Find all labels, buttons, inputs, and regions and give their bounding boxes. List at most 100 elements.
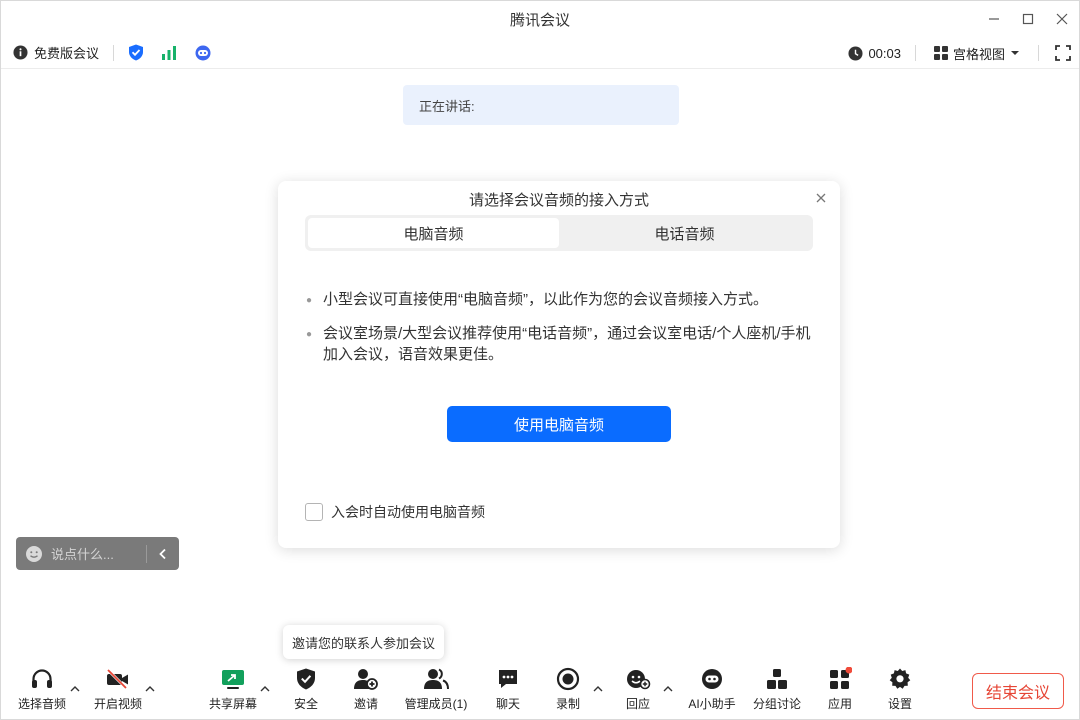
tooltip-text: 邀请您的联系人参加会议 <box>292 635 436 651</box>
toolbar-item-reaction[interactable]: 回应 <box>613 663 663 719</box>
window-title: 腾讯会议 <box>509 11 570 29</box>
chevron-up-icon <box>260 685 270 691</box>
toolbar-label: 聊天 <box>495 697 520 711</box>
tab-phone-audio[interactable]: 电话音频 <box>559 218 810 248</box>
share-options-caret[interactable] <box>258 681 272 695</box>
toolbar-label: 安全 <box>293 697 318 711</box>
auto-audio-label[interactable]: 入会时自动使用电脑音频 <box>331 502 485 522</box>
reaction-icon <box>627 670 651 690</box>
toolbar-label: 开启视频 <box>93 697 142 711</box>
record-options-caret[interactable] <box>591 681 605 695</box>
auto-audio-checkbox[interactable] <box>305 503 323 521</box>
toolbar-item-invite[interactable]: 邀请 <box>341 663 391 719</box>
chat-input[interactable]: 说点什么... <box>51 544 146 563</box>
headset-icon <box>32 669 52 688</box>
toolbar-item-video[interactable]: 开启视频 <box>87 663 149 719</box>
toolbar-label: 回应 <box>625 697 650 711</box>
dialog-close-button[interactable] <box>812 189 830 207</box>
toolbar-label: 邀请 <box>353 697 378 711</box>
toolbar-item-chat[interactable]: 聊天 <box>483 663 533 719</box>
meeting-window: 腾讯会议 免费版会议 00:03 宫格视图 正在讲话: 请选择会议音频的接入方式… <box>0 0 1080 720</box>
clock-icon <box>848 45 863 61</box>
chevron-down-icon <box>1011 51 1019 55</box>
meeting-toolbar: 选择音频 开启视频 共享屏幕 安全 邀请 管理成员(1) 聊天 录制 回应 AI… <box>1 663 1079 720</box>
dialog-title: 请选择会议音频的接入方式 <box>468 192 649 209</box>
toolbar-label: 录制 <box>555 697 580 711</box>
close-icon <box>816 193 826 203</box>
ai-assistant-icon <box>702 669 722 689</box>
apps-icon <box>830 667 852 689</box>
audio-join-dialog: 请选择会议音频的接入方式 电脑音频 电话音频 ● 小型会议可直接使用“电脑音频”… <box>278 181 840 548</box>
toolbar-item-audio[interactable]: 选择音频 <box>11 663 73 719</box>
toolbar-label: 选择音频 <box>17 697 66 711</box>
window-controls <box>977 1 1079 37</box>
toolbar-label: 共享屏幕 <box>208 697 257 711</box>
chevron-up-icon <box>145 685 155 691</box>
chat-icon <box>499 670 517 688</box>
toolbar-label: 应用 <box>827 697 852 711</box>
record-icon <box>556 667 580 691</box>
breakout-icon <box>767 669 787 689</box>
tip-text: 小型会议可直接使用“电脑音频”，以此作为您的会议音频接入方式。 <box>323 291 768 308</box>
toolbar-item-breakout[interactable]: 分组讨论 <box>747 663 807 719</box>
title-bar: 腾讯会议 <box>1 1 1079 37</box>
signal-strength-icon[interactable] <box>160 45 178 61</box>
toolbar-item-members[interactable]: 管理成员(1) <box>399 663 473 719</box>
maximize-icon <box>1022 13 1034 25</box>
active-speaker-label: 正在讲话: <box>419 98 475 114</box>
toolbar-label: AI小助手 <box>688 697 736 711</box>
toolbar-item-record[interactable]: 录制 <box>543 663 593 719</box>
fullscreen-icon <box>1055 45 1071 61</box>
shield-icon <box>297 668 315 690</box>
tab-computer-audio[interactable]: 电脑音频 <box>308 218 559 248</box>
close-window-button[interactable] <box>1045 1 1079 37</box>
maximize-button[interactable] <box>1011 1 1045 37</box>
toolbar-item-settings[interactable]: 设置 <box>875 663 925 719</box>
reaction-options-caret[interactable] <box>661 681 675 695</box>
meeting-info-bar: 免费版会议 00:03 宫格视图 <box>1 37 1079 69</box>
meeting-type-label[interactable]: 免费版会议 <box>34 43 99 62</box>
divider <box>1038 45 1039 61</box>
bullet-dot: ● <box>306 295 313 306</box>
camera-off-icon <box>106 668 128 690</box>
list-item: ● 会议室场景/大型会议推荐使用“电话音频”，通过会议室电话/个人座机/手机加入… <box>306 323 816 365</box>
use-computer-audio-button[interactable]: 使用电脑音频 <box>447 406 671 442</box>
meeting-info-left: 免费版会议 <box>1 43 212 62</box>
emoji-icon[interactable] <box>25 545 43 563</box>
toolbar-item-apps[interactable]: 应用 <box>815 663 865 719</box>
members-icon <box>424 668 449 690</box>
view-switch-button[interactable]: 宫格视图 <box>924 44 1030 63</box>
security-shield-icon[interactable] <box>128 44 144 61</box>
end-meeting-button[interactable]: 结束会议 <box>972 673 1064 709</box>
invite-tooltip: 邀请您的联系人参加会议 <box>283 625 445 659</box>
divider <box>113 44 115 61</box>
add-user-icon <box>354 669 378 690</box>
audio-type-tabs: 电脑音频 电话音频 <box>305 215 813 251</box>
timer-text: 00:03 <box>868 45 901 61</box>
meeting-info-right: 00:03 宫格视图 <box>842 37 1079 69</box>
minimize-icon <box>989 18 999 20</box>
meeting-timer: 00:03 <box>842 46 907 61</box>
audio-options-caret[interactable] <box>68 681 82 695</box>
collapse-chat-button[interactable] <box>147 548 179 560</box>
list-item: ● 小型会议可直接使用“电脑音频”，以此作为您的会议音频接入方式。 <box>306 289 816 311</box>
auto-audio-option[interactable]: 入会时自动使用电脑音频 <box>305 502 485 522</box>
toolbar-item-security[interactable]: 安全 <box>281 663 331 719</box>
active-speaker-banner: 正在讲话: <box>403 85 679 125</box>
toolbar-item-ai-assistant[interactable]: AI小助手 <box>681 663 743 719</box>
audio-tips-list: ● 小型会议可直接使用“电脑音频”，以此作为您的会议音频接入方式。 ● 会议室场… <box>306 289 816 377</box>
settings-icon <box>889 668 911 689</box>
tip-text: 会议室场景/大型会议推荐使用“电话音频”，通过会议室电话/个人座机/手机加入会议… <box>323 325 811 363</box>
fullscreen-button[interactable] <box>1047 37 1079 69</box>
toolbar-item-share[interactable]: 共享屏幕 <box>202 663 264 719</box>
minimize-button[interactable] <box>977 1 1011 37</box>
grid-view-icon <box>933 46 948 60</box>
video-options-caret[interactable] <box>143 681 157 695</box>
share-screen-icon <box>222 670 244 689</box>
chevron-up-icon <box>70 685 80 691</box>
bullet-dot: ● <box>306 329 313 340</box>
robot-assistant-icon[interactable] <box>194 44 212 61</box>
chevron-up-icon <box>663 685 673 691</box>
view-switch-label: 宫格视图 <box>952 46 1005 62</box>
info-icon[interactable] <box>13 45 28 60</box>
